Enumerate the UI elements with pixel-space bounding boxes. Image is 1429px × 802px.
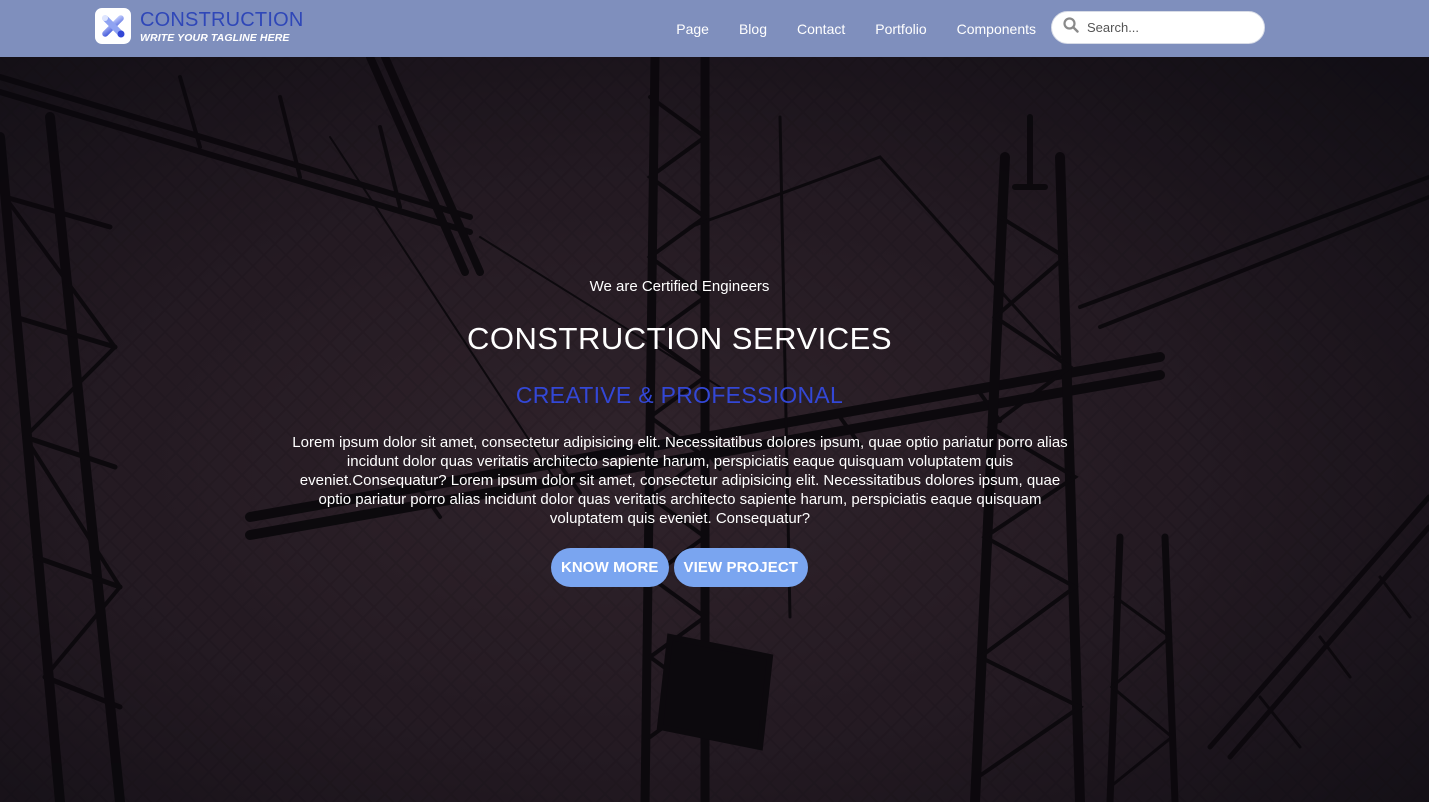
hero-eyebrow: We are Certified Engineers (589, 278, 770, 295)
hero-description: Lorem ipsum dolor sit amet, consectetur … (292, 434, 1068, 527)
hero-title: CONSTRUCTION SERVICES (466, 321, 893, 356)
main-nav: Page Blog Contact Portfolio Components (646, 0, 1036, 57)
navbar: CONSTRUCTION WRITE YOUR TAGLINE HERE Pag… (0, 0, 1429, 57)
nav-link-components[interactable]: Components (957, 21, 1036, 37)
nav-link-contact[interactable]: Contact (797, 21, 845, 37)
hero-section: We are Certified Engineers CONSTRUCTION … (0, 57, 1429, 802)
hero-subtitle: CREATIVE & PROFESSIONAL (515, 382, 844, 408)
brand-text: CONSTRUCTION WRITE YOUR TAGLINE HERE (140, 9, 304, 44)
hero-content: We are Certified Engineers CONSTRUCTION … (0, 57, 1429, 802)
view-project-button[interactable]: VIEW PROJECT (673, 548, 809, 587)
nav-link-portfolio[interactable]: Portfolio (875, 21, 926, 37)
brand-link[interactable]: CONSTRUCTION WRITE YOUR TAGLINE HERE (95, 8, 304, 44)
nav-link-page[interactable]: Page (676, 21, 709, 37)
search-input[interactable] (1087, 20, 1247, 35)
nav-link-blog[interactable]: Blog (739, 21, 767, 37)
brand-title: CONSTRUCTION (140, 8, 304, 31)
brand-tagline: WRITE YOUR TAGLINE HERE (140, 31, 290, 44)
cross-tools-icon (95, 8, 131, 44)
search-icon (1063, 17, 1079, 38)
know-more-button[interactable]: KNOW MORE (550, 548, 669, 587)
hero-buttons: KNOW MORE VIEW PROJECT (0, 548, 1359, 587)
search-box[interactable] (1051, 11, 1265, 44)
